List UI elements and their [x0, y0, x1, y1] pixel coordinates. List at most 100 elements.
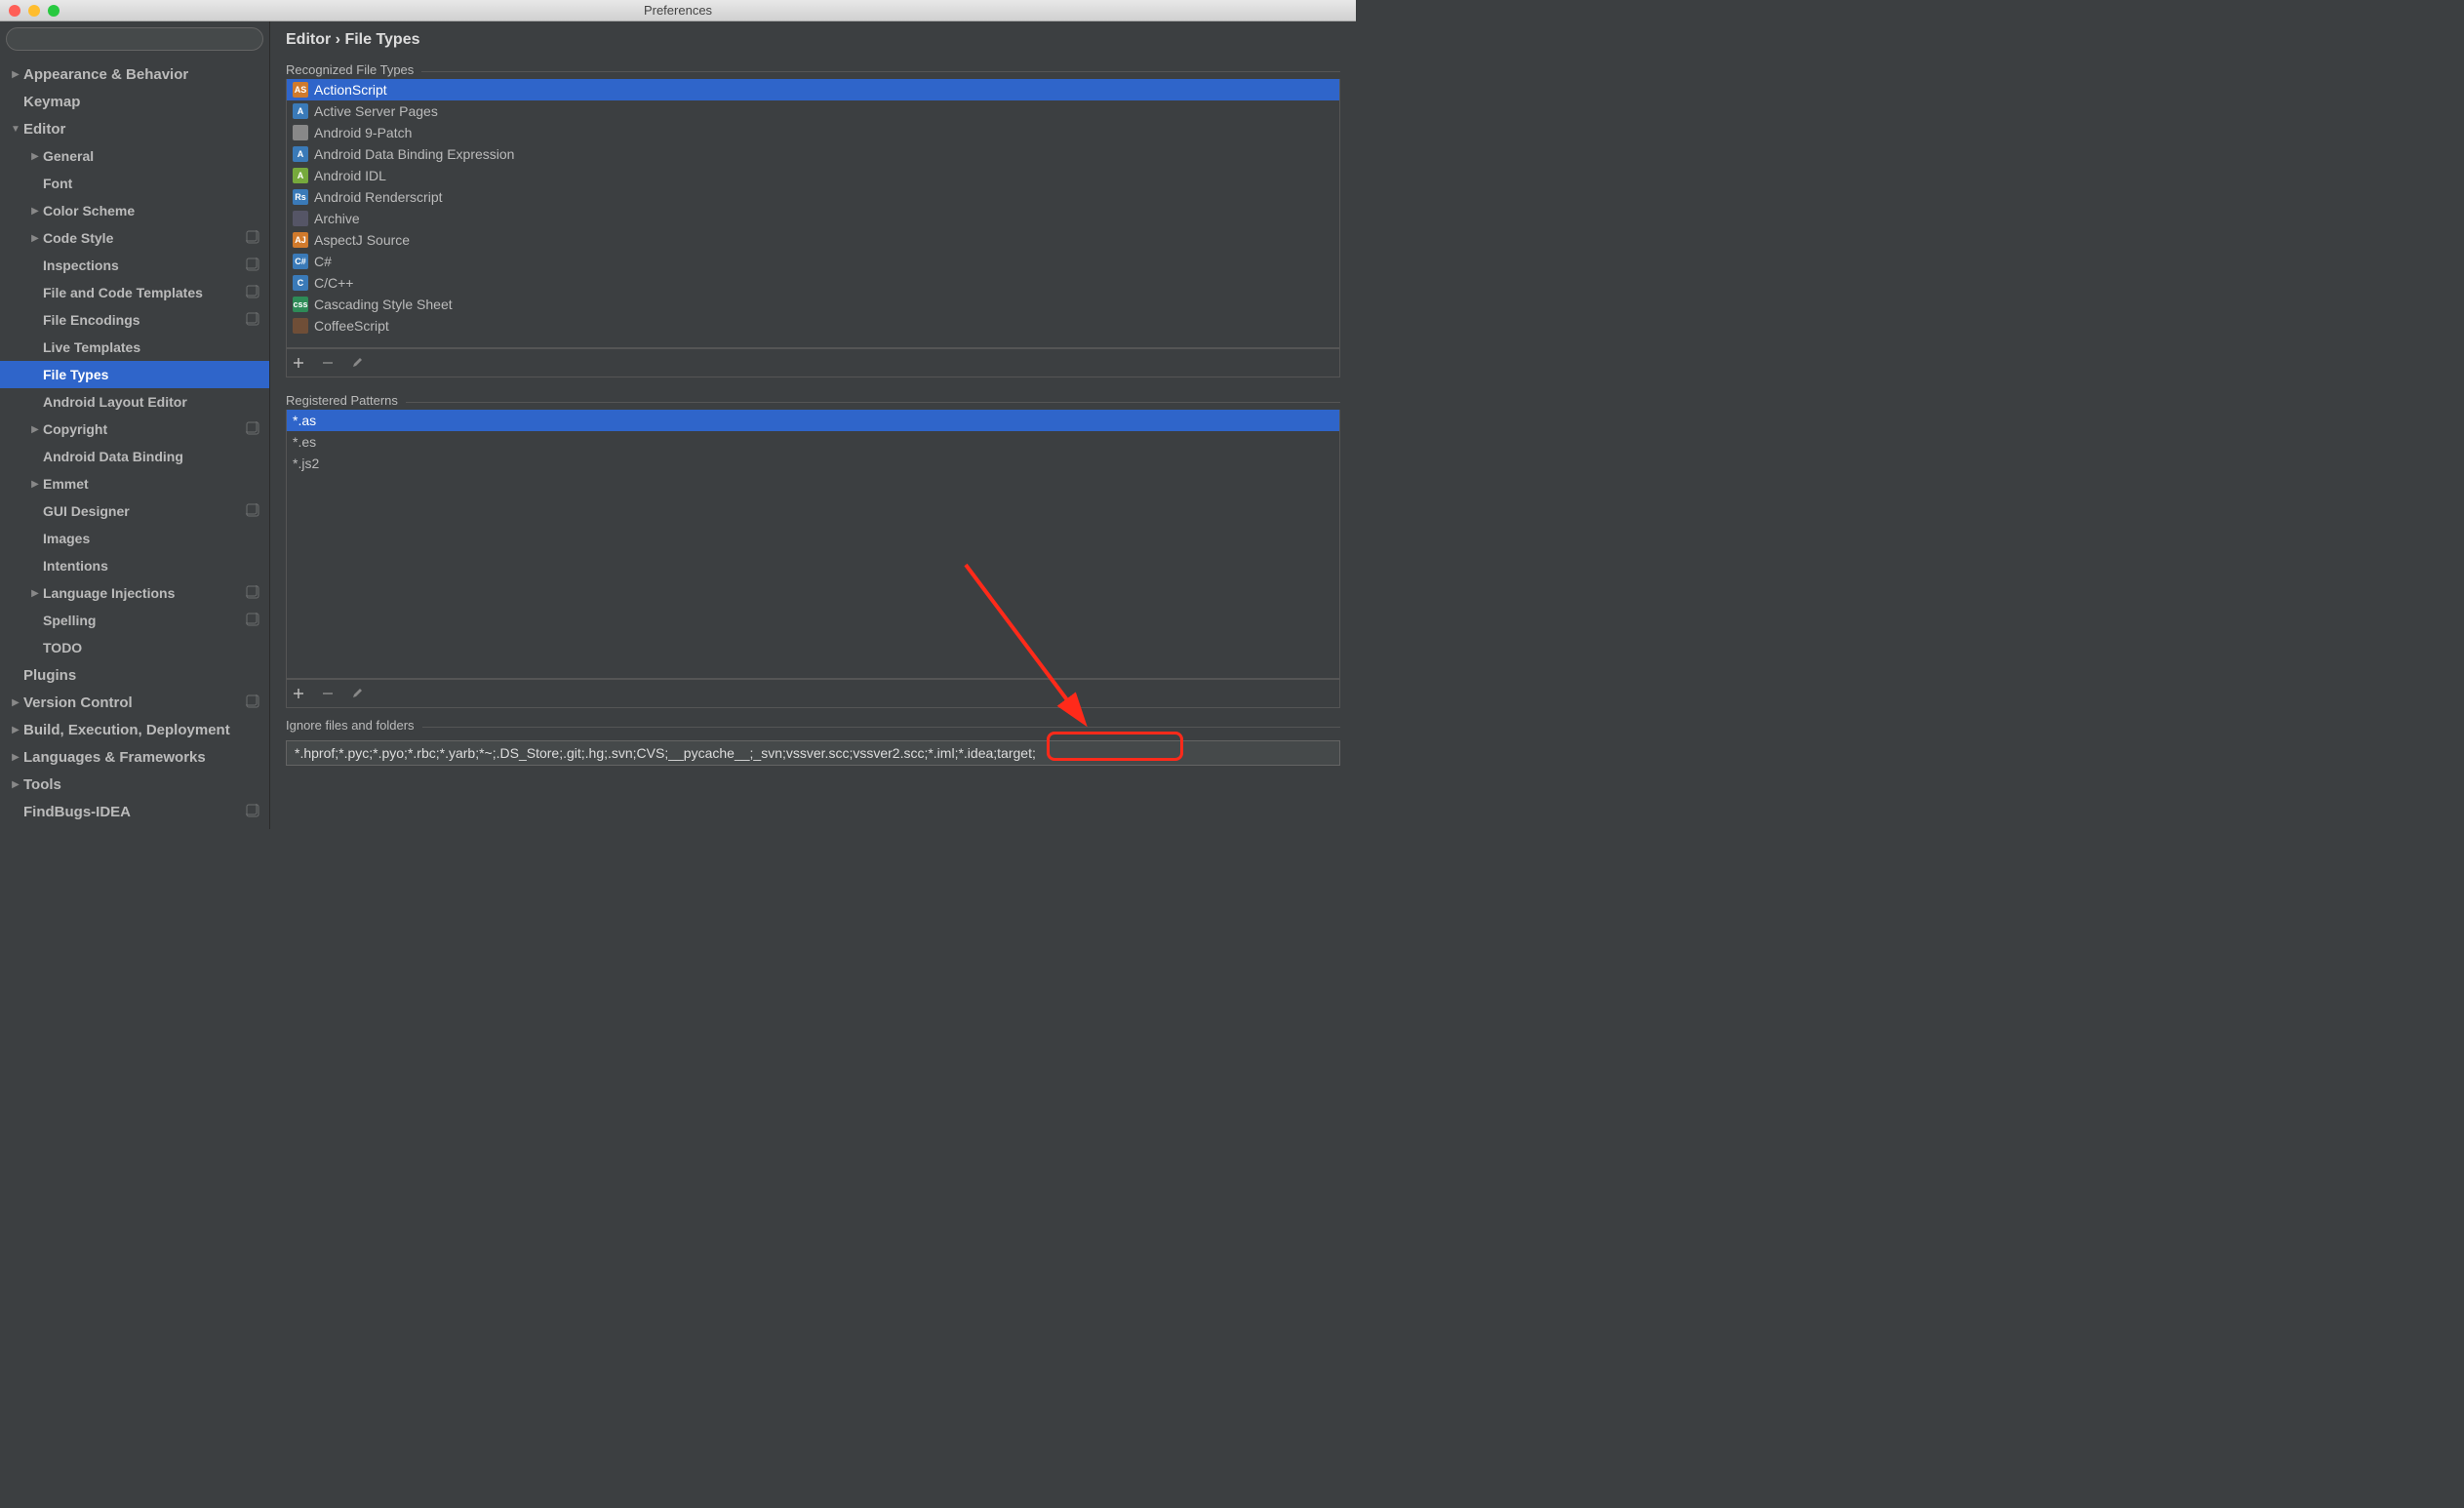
settings-tree: ▶Appearance & Behavior▶Keymap▼Editor▶Gen… [0, 57, 269, 825]
file-type-row[interactable]: C C/C++ [287, 272, 1339, 294]
file-type-label: ActionScript [314, 82, 387, 98]
project-scope-icon [246, 503, 259, 520]
sidebar-item-live-templates[interactable]: ▶Live Templates [0, 334, 269, 361]
tree-arrow-icon: ▶ [27, 588, 43, 599]
sidebar-item-label: Build, Execution, Deployment [23, 722, 259, 738]
file-type-icon: Rs [293, 189, 308, 205]
window-controls [0, 5, 60, 17]
sidebar-item-font[interactable]: ▶Font [0, 170, 269, 197]
file-type-icon [293, 211, 308, 226]
file-type-icon [293, 125, 308, 140]
sidebar-item-label: Color Scheme [43, 203, 259, 218]
sidebar-item-version-control[interactable]: ▶Version Control [0, 689, 269, 716]
file-type-row[interactable]: AJ AspectJ Source [287, 229, 1339, 251]
sidebar-item-gui-designer[interactable]: ▶GUI Designer [0, 497, 269, 525]
sidebar-item-intentions[interactable]: ▶Intentions [0, 552, 269, 579]
sidebar-item-appearance-behavior[interactable]: ▶Appearance & Behavior [0, 60, 269, 88]
file-type-row[interactable]: Rs Android Renderscript [287, 186, 1339, 208]
sidebar-item-language-injections[interactable]: ▶Language Injections [0, 579, 269, 607]
sidebar-item-code-style[interactable]: ▶Code Style [0, 224, 269, 252]
file-type-label: C# [314, 254, 332, 269]
sidebar-item-android-layout-editor[interactable]: ▶Android Layout Editor [0, 388, 269, 416]
tree-arrow-icon: ▶ [8, 697, 23, 708]
minimize-window-icon[interactable] [28, 5, 40, 17]
sidebar-item-spelling[interactable]: ▶Spelling [0, 607, 269, 634]
sidebar-item-label: GUI Designer [43, 503, 246, 519]
sidebar-item-languages-frameworks[interactable]: ▶Languages & Frameworks [0, 743, 269, 771]
file-type-icon: C [293, 275, 308, 291]
file-type-row[interactable]: AAndroid Data Binding Expression [287, 143, 1339, 165]
search-input[interactable] [6, 27, 263, 51]
remove-pattern-button[interactable] [320, 686, 336, 701]
sidebar-item-color-scheme[interactable]: ▶Color Scheme [0, 197, 269, 224]
file-type-icon: A [293, 168, 308, 183]
file-type-icon: AS [293, 82, 308, 98]
sidebar-item-label: Language Injections [43, 585, 246, 601]
ignore-files-input[interactable] [286, 740, 1340, 766]
patterns-list[interactable]: *.as*.es*.js2 [286, 410, 1340, 679]
sidebar-item-label: Android Data Binding [43, 449, 259, 464]
file-type-row[interactable]: CoffeeScript [287, 315, 1339, 337]
sidebar-item-todo[interactable]: ▶TODO [0, 634, 269, 661]
sidebar-item-tools[interactable]: ▶Tools [0, 771, 269, 798]
sidebar-item-inspections[interactable]: ▶Inspections [0, 252, 269, 279]
sidebar-item-label: Font [43, 176, 259, 191]
close-window-icon[interactable] [9, 5, 20, 17]
sidebar-item-file-and-code-templates[interactable]: ▶File and Code Templates [0, 279, 269, 306]
pattern-row[interactable]: *.js2 [287, 453, 1339, 474]
remove-file-type-button[interactable] [320, 355, 336, 371]
sidebar-item-label: TODO [43, 640, 259, 655]
edit-pattern-button[interactable] [349, 686, 365, 701]
sidebar-item-label: Android Layout Editor [43, 394, 259, 410]
add-file-type-button[interactable] [291, 355, 306, 371]
sidebar-item-emmet[interactable]: ▶Emmet [0, 470, 269, 497]
sidebar-item-plugins[interactable]: ▶Plugins [0, 661, 269, 689]
sidebar-item-copyright[interactable]: ▶Copyright [0, 416, 269, 443]
project-scope-icon [246, 694, 259, 711]
add-pattern-button[interactable] [291, 686, 306, 701]
file-type-icon: AJ [293, 232, 308, 248]
recognized-file-types-label: Recognized File Types [286, 62, 414, 79]
sidebar-item-editor[interactable]: ▼Editor [0, 115, 269, 142]
sidebar-item-findbugs-idea[interactable]: ▶FindBugs-IDEA [0, 798, 269, 825]
window-title: Preferences [644, 3, 712, 18]
sidebar-item-build-execution-deployment[interactable]: ▶Build, Execution, Deployment [0, 716, 269, 743]
sidebar-item-general[interactable]: ▶General [0, 142, 269, 170]
sidebar-item-file-encodings[interactable]: ▶File Encodings [0, 306, 269, 334]
file-type-row[interactable]: C# C# [287, 251, 1339, 272]
registered-patterns-label: Registered Patterns [286, 393, 398, 410]
file-type-row[interactable]: Android 9-Patch [287, 122, 1339, 143]
sidebar-item-label: File Encodings [43, 312, 246, 328]
project-scope-icon [246, 230, 259, 247]
file-type-row[interactable]: A Android IDL [287, 165, 1339, 186]
zoom-window-icon[interactable] [48, 5, 60, 17]
edit-file-type-button[interactable] [349, 355, 365, 371]
file-type-label: Android Renderscript [314, 189, 443, 205]
tree-arrow-icon: ▶ [27, 424, 43, 435]
file-type-label: AspectJ Source [314, 232, 410, 248]
sidebar-item-label: Plugins [23, 667, 259, 684]
file-type-icon: A [293, 103, 308, 119]
project-scope-icon [246, 421, 259, 438]
file-type-row[interactable]: Archive [287, 208, 1339, 229]
sidebar-item-file-types[interactable]: ▶File Types [0, 361, 269, 388]
sidebar-item-keymap[interactable]: ▶Keymap [0, 88, 269, 115]
file-type-label: Android IDL [314, 168, 386, 183]
file-type-label: C/C++ [314, 275, 353, 291]
file-types-list[interactable]: ASActionScriptAActive Server PagesAndroi… [286, 79, 1340, 348]
file-type-label: CoffeeScript [314, 318, 389, 334]
sidebar-item-label: Tools [23, 776, 259, 793]
file-type-row[interactable]: cssCascading Style Sheet [287, 294, 1339, 315]
file-type-icon: A [293, 146, 308, 162]
sidebar-item-label: Images [43, 531, 259, 546]
sidebar-item-images[interactable]: ▶Images [0, 525, 269, 552]
file-type-icon: C# [293, 254, 308, 269]
tree-arrow-icon: ▼ [8, 124, 23, 135]
sidebar-item-android-data-binding[interactable]: ▶Android Data Binding [0, 443, 269, 470]
sidebar-item-label: File and Code Templates [43, 285, 246, 300]
file-type-row[interactable]: AS ActionScript [287, 79, 1339, 100]
project-scope-icon [246, 312, 259, 329]
pattern-row[interactable]: *.as [287, 410, 1339, 431]
pattern-row[interactable]: *.es [287, 431, 1339, 453]
file-type-row[interactable]: AActive Server Pages [287, 100, 1339, 122]
